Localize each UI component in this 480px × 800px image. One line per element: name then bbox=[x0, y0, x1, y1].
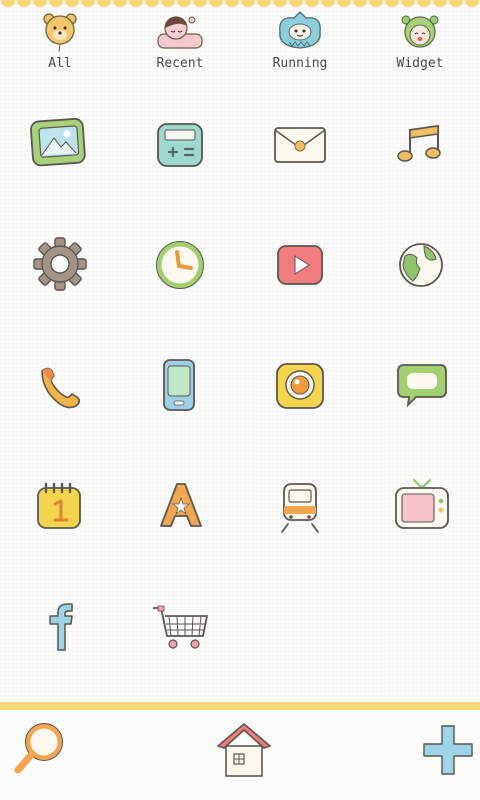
tab-running[interactable]: Running bbox=[245, 8, 355, 80]
app-video[interactable] bbox=[268, 232, 332, 296]
gear-icon bbox=[33, 237, 87, 291]
plus-icon bbox=[423, 725, 473, 775]
app-store[interactable] bbox=[149, 474, 213, 538]
music-note-icon bbox=[397, 124, 441, 162]
envelope-icon bbox=[274, 127, 326, 163]
calendar-icon bbox=[37, 482, 81, 529]
facebook-f-icon bbox=[49, 603, 73, 651]
gallery-picture-icon bbox=[30, 118, 86, 167]
app-messaging[interactable] bbox=[390, 353, 454, 417]
drawer-tabs: All Recent Running Widget bbox=[0, 8, 480, 80]
store-a-icon bbox=[160, 483, 202, 527]
app-shopping[interactable] bbox=[149, 596, 213, 660]
tab-recent[interactable]: Recent bbox=[125, 8, 235, 80]
magnifier-icon bbox=[14, 723, 63, 774]
tv-icon bbox=[395, 478, 449, 529]
tab-label: Recent bbox=[156, 56, 204, 71]
top-scallop-border bbox=[0, 0, 480, 8]
add-button[interactable] bbox=[416, 718, 480, 782]
tab-all[interactable]: All bbox=[5, 8, 115, 80]
house-icon bbox=[217, 723, 271, 777]
blue-monster-icon bbox=[279, 11, 321, 49]
shopping-cart-icon bbox=[153, 605, 208, 649]
tab-label: Running bbox=[272, 56, 328, 71]
tab-widget[interactable]: Widget bbox=[365, 8, 475, 80]
app-camera[interactable] bbox=[268, 353, 332, 417]
home-button[interactable] bbox=[212, 718, 276, 782]
app-calendar[interactable] bbox=[28, 474, 92, 538]
app-music[interactable] bbox=[390, 112, 454, 176]
green-hood-girl-icon bbox=[401, 15, 439, 48]
app-phone[interactable] bbox=[28, 353, 92, 417]
phone-handset-icon bbox=[41, 367, 81, 409]
dock-bar bbox=[0, 696, 480, 800]
search-button[interactable] bbox=[8, 718, 72, 782]
clock-icon bbox=[156, 241, 204, 289]
dock-scallop-border bbox=[0, 696, 480, 710]
app-browser[interactable] bbox=[390, 232, 454, 296]
train-icon bbox=[281, 483, 319, 533]
calculator-icon bbox=[157, 123, 203, 167]
chat-bubble-icon bbox=[397, 364, 447, 408]
app-clock[interactable] bbox=[149, 232, 213, 296]
app-gallery[interactable] bbox=[28, 112, 92, 176]
app-transit[interactable] bbox=[268, 474, 332, 538]
camera-icon bbox=[276, 363, 324, 409]
bear-balloon-icon bbox=[43, 13, 77, 53]
play-icon bbox=[277, 245, 323, 285]
app-facebook[interactable] bbox=[28, 596, 92, 660]
app-contacts[interactable] bbox=[149, 353, 213, 417]
mobile-phone-icon bbox=[163, 359, 195, 411]
tab-label: All bbox=[48, 56, 72, 71]
sleeping-girl-icon bbox=[157, 16, 203, 49]
app-settings[interactable] bbox=[28, 232, 92, 296]
tab-label: Widget bbox=[396, 56, 444, 71]
globe-icon bbox=[399, 243, 443, 287]
app-email[interactable] bbox=[268, 112, 332, 176]
app-calculator[interactable] bbox=[149, 112, 213, 176]
app-tv[interactable] bbox=[390, 474, 454, 538]
